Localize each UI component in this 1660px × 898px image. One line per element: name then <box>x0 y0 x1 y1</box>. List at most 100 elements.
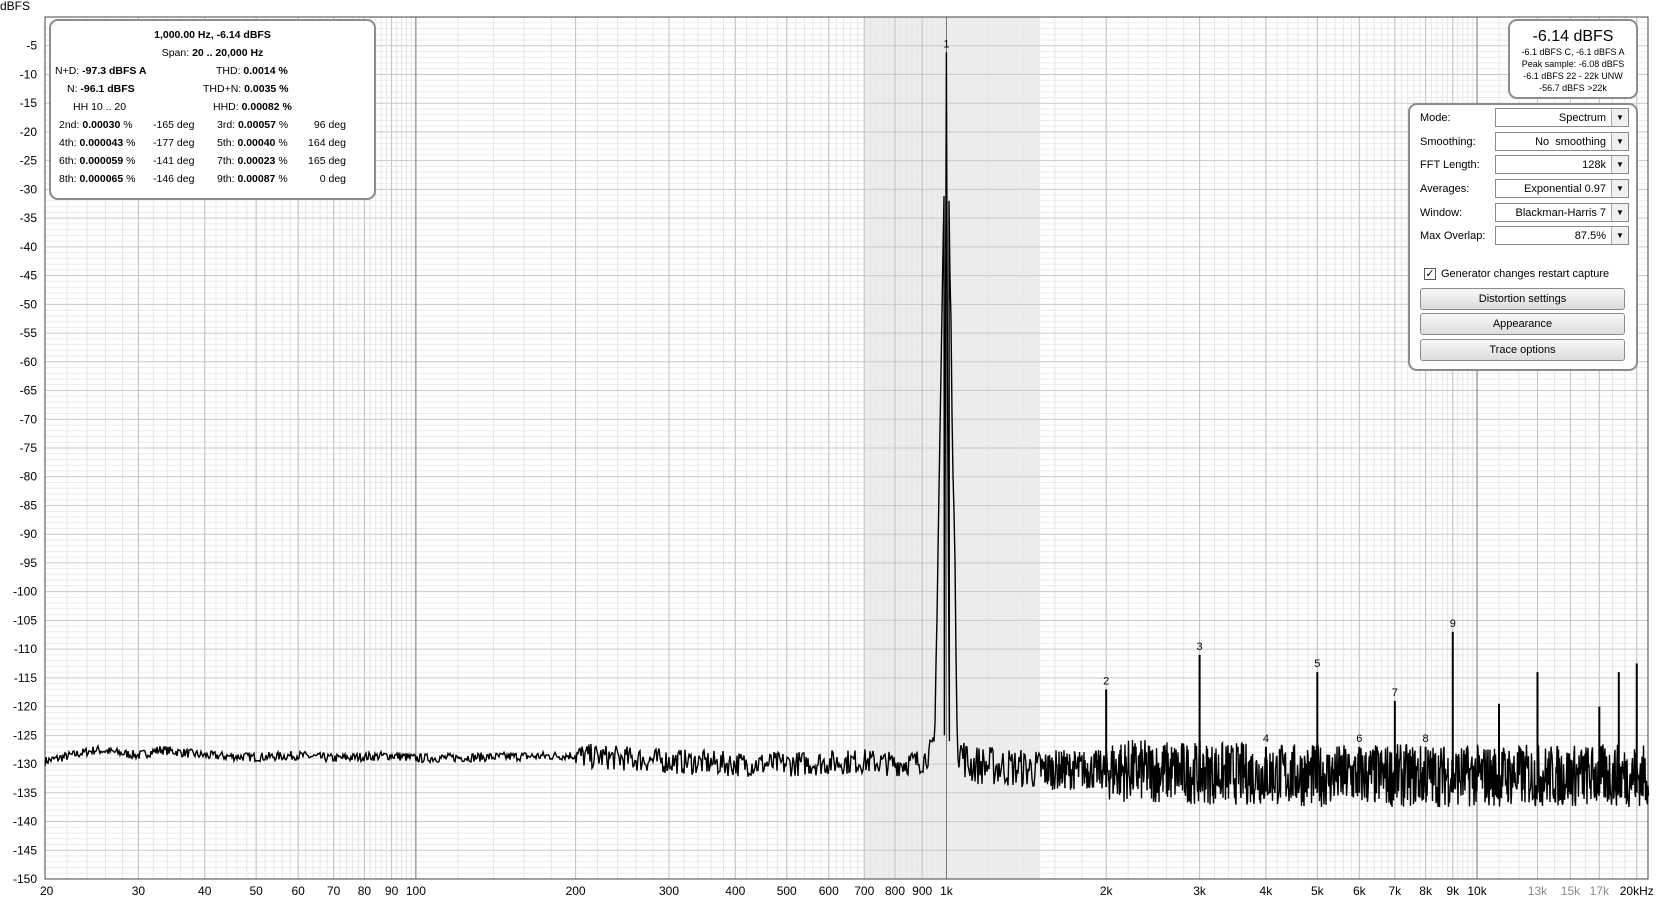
y-tick-label: -75 <box>20 441 38 455</box>
x-tick-label: 700 <box>854 884 874 898</box>
harmonic-label: 4 <box>1263 733 1269 745</box>
peak-line3: -6.1 dBFS 22 - 22k UNW <box>1523 71 1623 81</box>
distortion-settings-button[interactable]: Distortion settings <box>1420 288 1625 310</box>
smoothing-value: No smoothing <box>1535 136 1606 148</box>
y-tick-label: -40 <box>20 240 38 254</box>
harmonic-phase: -141 deg <box>153 155 195 167</box>
x-tick-label: 10k <box>1467 884 1487 898</box>
fft-length-select[interactable]: 128k ▼ <box>1495 155 1629 174</box>
overlap-select[interactable]: 87.5% ▼ <box>1495 226 1629 245</box>
fft-label: FFT Length: <box>1420 159 1480 171</box>
y-tick-label: -20 <box>20 125 38 139</box>
hh-range: HH 10 .. 20 <box>73 101 127 113</box>
n-row: N: -96.1 dBFS <box>67 83 135 95</box>
x-tick-label: 9k <box>1446 884 1460 898</box>
stats-span: Span: 20 .. 20,000 Hz <box>51 47 374 59</box>
harmonic-value: 2nd: 0.00030 % <box>59 119 133 131</box>
harmonic-label: 8 <box>1423 733 1429 745</box>
y-tick-label: -140 <box>13 815 37 829</box>
x-tick-label: 900 <box>912 884 932 898</box>
y-tick-label: -50 <box>20 297 38 311</box>
x-tick-label: 13k <box>1528 884 1548 898</box>
x-tick-label: 2k <box>1100 884 1114 898</box>
harmonic-value: 7th: 0.00023 % <box>217 155 288 167</box>
harmonic-phase: 165 deg <box>308 155 346 167</box>
x-tick-label: 30 <box>132 884 146 898</box>
peak-line1: -6.1 dBFS C, -6.1 dBFS A <box>1521 47 1625 57</box>
smoothing-select[interactable]: No smoothing ▼ <box>1495 132 1629 151</box>
span-value: 20 .. 20,000 Hz <box>192 47 264 59</box>
y-tick-label: -60 <box>20 355 38 369</box>
harmonic-value: 8th: 0.000065 % <box>59 173 136 185</box>
window-select[interactable]: Blackman-Harris 7 ▼ <box>1495 203 1629 222</box>
smoothing-label: Smoothing: <box>1420 136 1476 148</box>
harmonic-label: 9 <box>1450 618 1456 630</box>
overlap-value: 87.5% <box>1574 230 1606 242</box>
chevron-down-icon: ▼ <box>1611 204 1628 221</box>
y-tick-label: -80 <box>20 470 38 484</box>
y-tick-label: -105 <box>13 613 37 627</box>
y-tick-label: -95 <box>20 556 38 570</box>
x-tick-label: 90 <box>385 884 399 898</box>
hhd-value: 0.00082 % <box>241 101 292 113</box>
y-tick-label: -130 <box>13 757 37 771</box>
averages-value: Exponential 0.97 <box>1524 183 1606 195</box>
trace-options-button[interactable]: Trace options <box>1420 339 1625 361</box>
harmonic-label: 7 <box>1392 687 1398 699</box>
y-tick-label: -45 <box>20 269 38 283</box>
chevron-down-icon: ▼ <box>1611 109 1628 126</box>
y-tick-label: -135 <box>13 786 37 800</box>
harmonic-phase: -165 deg <box>153 119 195 131</box>
averages-select[interactable]: Exponential 0.97 ▼ <box>1495 179 1629 198</box>
x-tick-label: 4k <box>1260 884 1274 898</box>
y-tick-label: -65 <box>20 384 38 398</box>
averages-label: Averages: <box>1420 183 1470 195</box>
mode-value: Spectrum <box>1558 112 1606 124</box>
mode-row: Mode: Spectrum ▼ <box>1420 108 1630 128</box>
overlap-row: Max Overlap: 87.5% ▼ <box>1420 226 1630 246</box>
window-label: Window: <box>1420 207 1463 219</box>
thdn-row: THD+N: 0.0035 % <box>203 83 289 95</box>
harmonic-label: 1 <box>943 38 949 50</box>
restart-capture-checkbox[interactable]: ✓ Generator changes restart capture <box>1424 268 1609 281</box>
peak-level-panel: -6.14 dBFS -6.1 dBFS C, -6.1 dBFS A Peak… <box>1508 19 1638 99</box>
harmonic-phase: 0 deg <box>319 173 346 185</box>
harmonic-value: 6th: 0.000059 % <box>59 155 136 167</box>
x-tick-label: 15k <box>1561 884 1581 898</box>
x-tick-label: 100 <box>406 884 426 898</box>
y-tick-label: -5 <box>26 39 37 53</box>
harmonic-label: 6 <box>1356 733 1362 745</box>
x-tick-label: 500 <box>777 884 797 898</box>
harmonic-value: 5th: 0.00040 % <box>217 137 288 149</box>
x-tick-label: 6k <box>1353 884 1367 898</box>
y-tick-label: -90 <box>20 527 38 541</box>
appearance-button[interactable]: Appearance <box>1420 313 1625 335</box>
thd-value: 0.0014 % <box>243 65 288 77</box>
checkmark-icon: ✓ <box>1424 268 1436 281</box>
harmonic-phase: 96 deg <box>313 119 346 131</box>
fft-value: 128k <box>1582 159 1606 171</box>
harmonic-phase: 164 deg <box>308 137 346 149</box>
x-tick-label: 300 <box>659 884 679 898</box>
window-value: Blackman-Harris 7 <box>1515 207 1606 219</box>
span-label: Span: <box>161 47 190 59</box>
x-tick-label: 80 <box>358 884 372 898</box>
x-tick-label: 5k <box>1311 884 1325 898</box>
harmonic-phase: -177 deg <box>153 137 195 149</box>
chevron-down-icon: ▼ <box>1611 156 1628 173</box>
y-axis-label: dBFS <box>0 0 31 13</box>
averages-row: Averages: Exponential 0.97 ▼ <box>1420 179 1630 199</box>
peak-value: -6.14 dBFS <box>1532 28 1614 45</box>
mode-label: Mode: <box>1420 112 1451 124</box>
mode-select[interactable]: Spectrum ▼ <box>1495 108 1629 127</box>
x-tick-label: 3k <box>1193 884 1207 898</box>
window-row: Window: Blackman-Harris 7 ▼ <box>1420 203 1630 223</box>
chevron-down-icon: ▼ <box>1611 133 1628 150</box>
x-tick-label: 400 <box>725 884 745 898</box>
thd-label: THD: <box>216 65 241 77</box>
chevron-down-icon: ▼ <box>1611 227 1628 244</box>
y-tick-label: -30 <box>20 182 38 196</box>
distortion-stats-panel: 1,000.00 Hz, -6.14 dBFS Span: 20 .. 20,0… <box>49 19 376 200</box>
stats-header: 1,000.00 Hz, -6.14 dBFS <box>154 29 271 41</box>
fft-row: FFT Length: 128k ▼ <box>1420 155 1630 175</box>
